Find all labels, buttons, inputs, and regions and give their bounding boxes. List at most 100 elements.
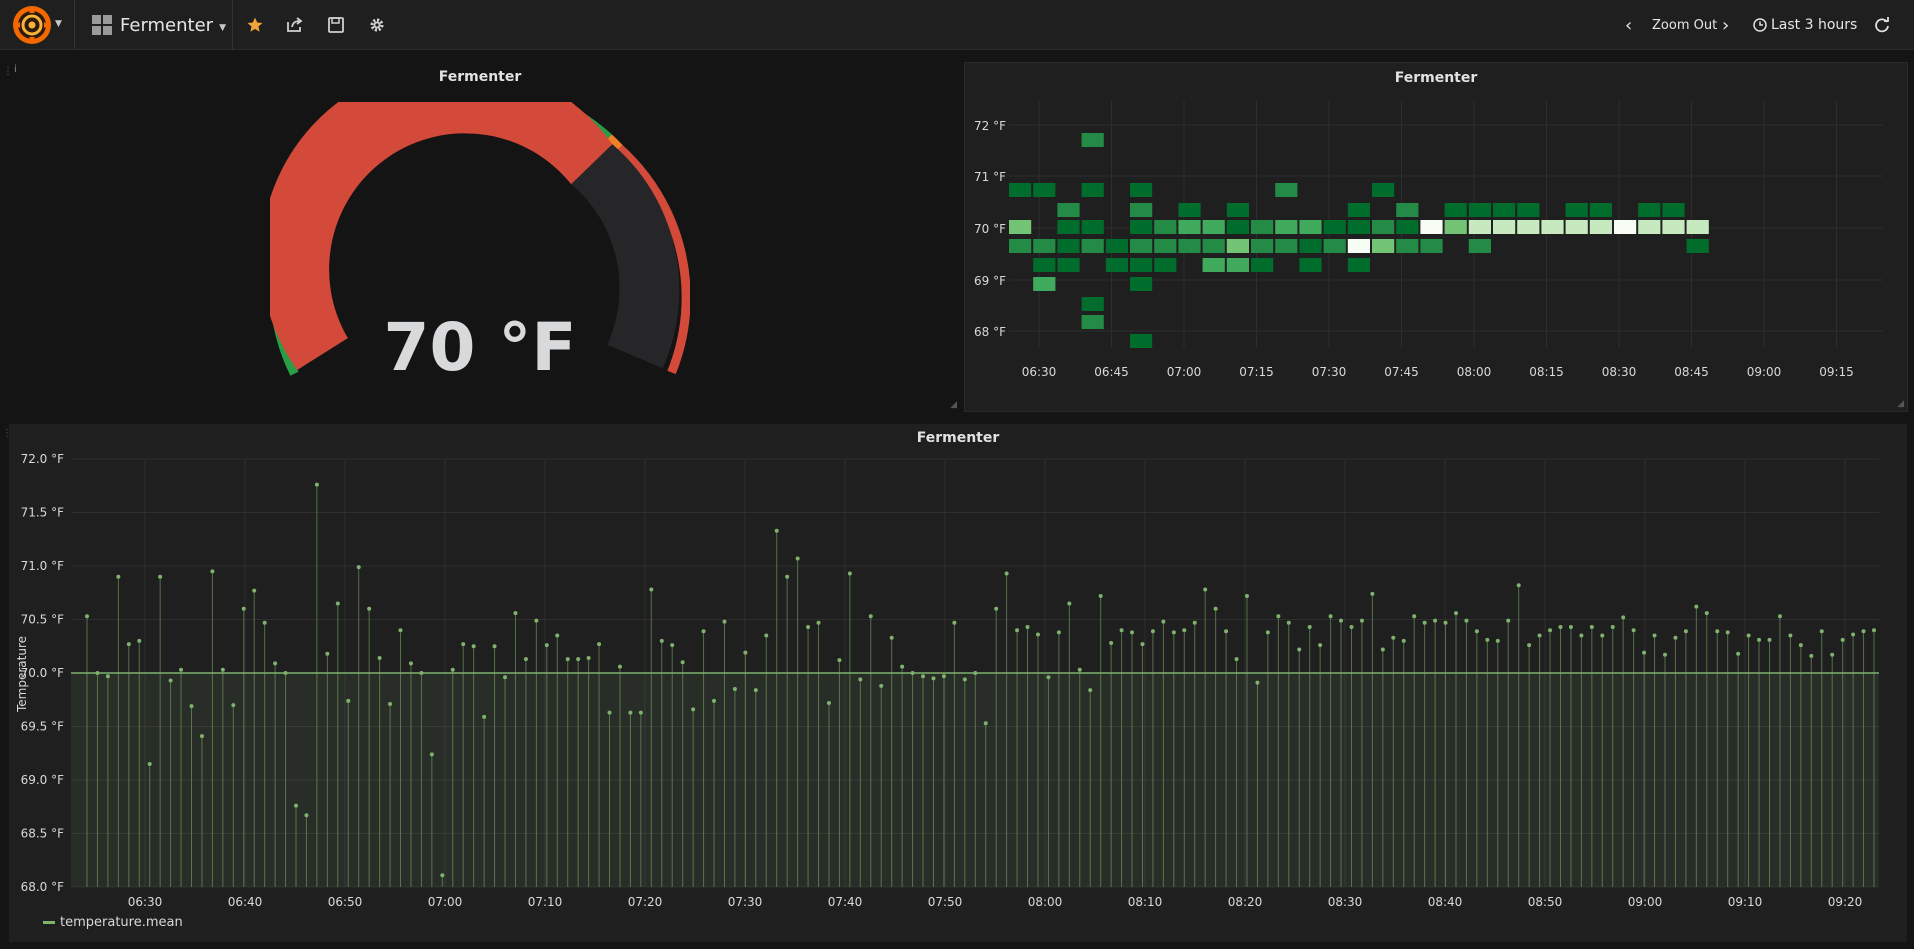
heatmap-cell <box>1081 183 1104 197</box>
graph-point <box>1694 604 1699 609</box>
graph-point <box>1286 620 1291 625</box>
graph-point <box>962 677 967 682</box>
heatmap-cell <box>1033 258 1056 272</box>
heatmap-cell <box>1565 220 1588 234</box>
graph-point <box>1579 633 1584 638</box>
graph-point <box>1642 650 1647 655</box>
graph-point <box>116 574 121 579</box>
heatmap-x-tick: 07:30 <box>1312 365 1347 379</box>
graph-point <box>1548 628 1553 633</box>
graph-point <box>1339 618 1344 623</box>
graph-point <box>85 614 89 619</box>
heatmap-cell <box>1420 239 1443 253</box>
graph-point <box>1297 647 1302 652</box>
graph-point <box>837 658 842 663</box>
graph-point <box>1433 618 1438 623</box>
save-dashboard-button[interactable] <box>325 15 347 35</box>
gauge-panel: ⋮ i Fermenter 70 °F ◢ <box>0 62 960 412</box>
graph-point <box>941 674 946 679</box>
dashboard-picker[interactable]: Fermenter ▼ <box>92 12 226 38</box>
panel-resize-handle[interactable]: ◢ <box>950 400 957 410</box>
panel-resize-handle[interactable]: ◢ <box>1897 399 1904 409</box>
graph-x-tick: 08:50 <box>1528 895 1563 909</box>
graph-x-tick: 07:00 <box>428 895 463 909</box>
grafana-menu-button[interactable]: ▼ <box>0 0 75 50</box>
zoom-out-label: Zoom Out <box>1652 17 1718 33</box>
graph-point <box>1004 571 1009 576</box>
grafana-logo-icon <box>13 6 51 44</box>
heatmap-x-tick: 07:45 <box>1384 365 1419 379</box>
heatmap-cell <box>1178 203 1201 217</box>
time-range-picker[interactable]: Last 3 hours <box>1753 0 1857 50</box>
graph-point <box>1652 633 1657 638</box>
heatmap-cell <box>1347 258 1370 272</box>
zoom-out-button[interactable]: Zoom Out <box>1652 0 1717 50</box>
heatmap-cell <box>1614 220 1637 234</box>
heatmap-x-tick: 08:15 <box>1529 365 1564 379</box>
graph-point <box>1474 629 1479 634</box>
graph-point <box>1422 620 1427 625</box>
gauge-remainder <box>571 144 680 369</box>
graph-legend: temperature.mean <box>43 915 183 930</box>
panel-title[interactable]: Fermenter <box>0 69 960 85</box>
graph-point <box>1506 618 1511 623</box>
graph-point <box>544 643 549 648</box>
heatmap-cell <box>1347 203 1370 217</box>
dashboard-caret-icon: ▼ <box>219 23 226 33</box>
heatmap-cell <box>1468 203 1491 217</box>
graph-point <box>1265 630 1270 635</box>
graph-point <box>931 676 936 681</box>
refresh-icon <box>1875 17 1889 33</box>
graph-point <box>1171 630 1176 635</box>
graph-point <box>1558 624 1563 629</box>
legend-series-label[interactable]: temperature.mean <box>60 915 183 930</box>
heatmap-cell <box>1105 239 1128 253</box>
graph-point <box>1631 628 1636 633</box>
heatmap-cell <box>1130 277 1153 291</box>
graph-point <box>1359 618 1364 623</box>
graph-point <box>199 734 204 739</box>
graph-point <box>492 644 497 649</box>
graph-point <box>262 620 267 625</box>
clock-icon <box>1753 18 1767 32</box>
graph-point <box>826 700 831 705</box>
graph-point <box>1443 620 1448 625</box>
graph-point <box>1046 675 1051 680</box>
share-dashboard-button[interactable] <box>284 15 306 35</box>
graph-point <box>670 643 675 648</box>
graph-point <box>983 721 988 726</box>
graph-point <box>398 628 403 633</box>
legend-color-swatch[interactable] <box>43 921 55 924</box>
heatmap-cell <box>1275 239 1298 253</box>
heatmap-cell <box>1444 203 1467 217</box>
graph-point <box>325 651 330 656</box>
zoom-back-button[interactable]: ‹ <box>1625 0 1632 50</box>
star-dashboard-button[interactable] <box>244 15 266 35</box>
graph-x-tick: 06:30 <box>128 895 163 909</box>
heatmap-cell <box>1057 239 1080 253</box>
heatmap-x-tick: 09:00 <box>1747 365 1782 379</box>
graph-x-tick: 06:40 <box>228 895 263 909</box>
dashboard-settings-button[interactable] <box>366 15 388 35</box>
refresh-button[interactable] <box>1874 0 1890 50</box>
heatmap-cell <box>1372 239 1395 253</box>
graph-point <box>503 675 508 680</box>
graph-point <box>231 703 236 708</box>
graph-point <box>617 664 622 669</box>
heatmap-cell <box>1662 220 1685 234</box>
graph-point <box>346 698 351 703</box>
graph-point <box>273 661 278 666</box>
zoom-forward-button[interactable]: › <box>1722 0 1729 50</box>
graph-point <box>335 601 340 606</box>
heatmap-cell <box>1178 239 1201 253</box>
graph-point <box>1391 635 1396 640</box>
heatmap-cell <box>1541 220 1564 234</box>
graph-point <box>649 587 654 592</box>
graph-point <box>294 803 299 808</box>
chevron-right-icon: › <box>1722 14 1730 36</box>
save-icon <box>328 17 344 33</box>
heatmap-cell <box>1468 220 1491 234</box>
graph-point <box>1453 611 1458 616</box>
graph-point <box>1851 632 1856 637</box>
heatmap-cell <box>1589 203 1612 217</box>
